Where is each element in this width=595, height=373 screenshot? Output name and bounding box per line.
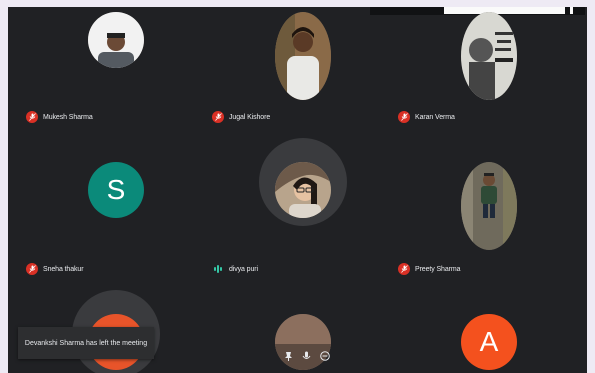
participant-avatar: A [461, 314, 517, 370]
participant-left-notification: Devankshi Sharma has left the meeting [18, 327, 154, 359]
participant-name: Sneha thakur [43, 265, 84, 273]
participant-avatar [275, 12, 331, 100]
mic-off-icon [26, 111, 38, 123]
meeting-grid: Mukesh Sharma Jugal Kishore Karan Verma … [8, 7, 587, 373]
person-photo [461, 162, 517, 250]
participant-avatar [461, 162, 517, 250]
participant-name: Mukesh Sharma [43, 113, 93, 121]
pin-icon[interactable] [284, 351, 293, 361]
mic-off-icon [398, 263, 410, 275]
mic-off-icon [398, 111, 410, 123]
participant-name: Preety Sharma [415, 265, 461, 273]
tile-hover-controls [284, 351, 330, 361]
participant-name: divya puri [229, 265, 258, 273]
person-photo [88, 12, 144, 68]
top-toolbar-divider [570, 7, 573, 14]
participant-avatar: S [88, 162, 144, 218]
person-photo [275, 162, 331, 218]
mic-off-icon [212, 111, 224, 123]
avatar-initial: A [479, 326, 499, 357]
mic-off-icon [26, 263, 38, 275]
participant-avatar [461, 12, 517, 100]
participant-avatar [88, 12, 144, 68]
participant-avatar [275, 314, 331, 370]
person-photo [275, 12, 331, 100]
notification-text: Devankshi Sharma has left the meeting [24, 339, 148, 347]
avatar-initial: S [106, 174, 126, 205]
sketch-photo [461, 12, 517, 100]
remove-participant-icon[interactable] [320, 351, 330, 361]
participant-avatar [275, 162, 331, 218]
participant-name: Jugal Kishore [229, 113, 271, 121]
top-toolbar-panel [444, 7, 565, 14]
person-photo [275, 314, 331, 370]
audio-level-icon [212, 263, 224, 275]
mute-participant-icon[interactable] [302, 351, 311, 361]
participant-name: Karan Verma [415, 113, 455, 121]
